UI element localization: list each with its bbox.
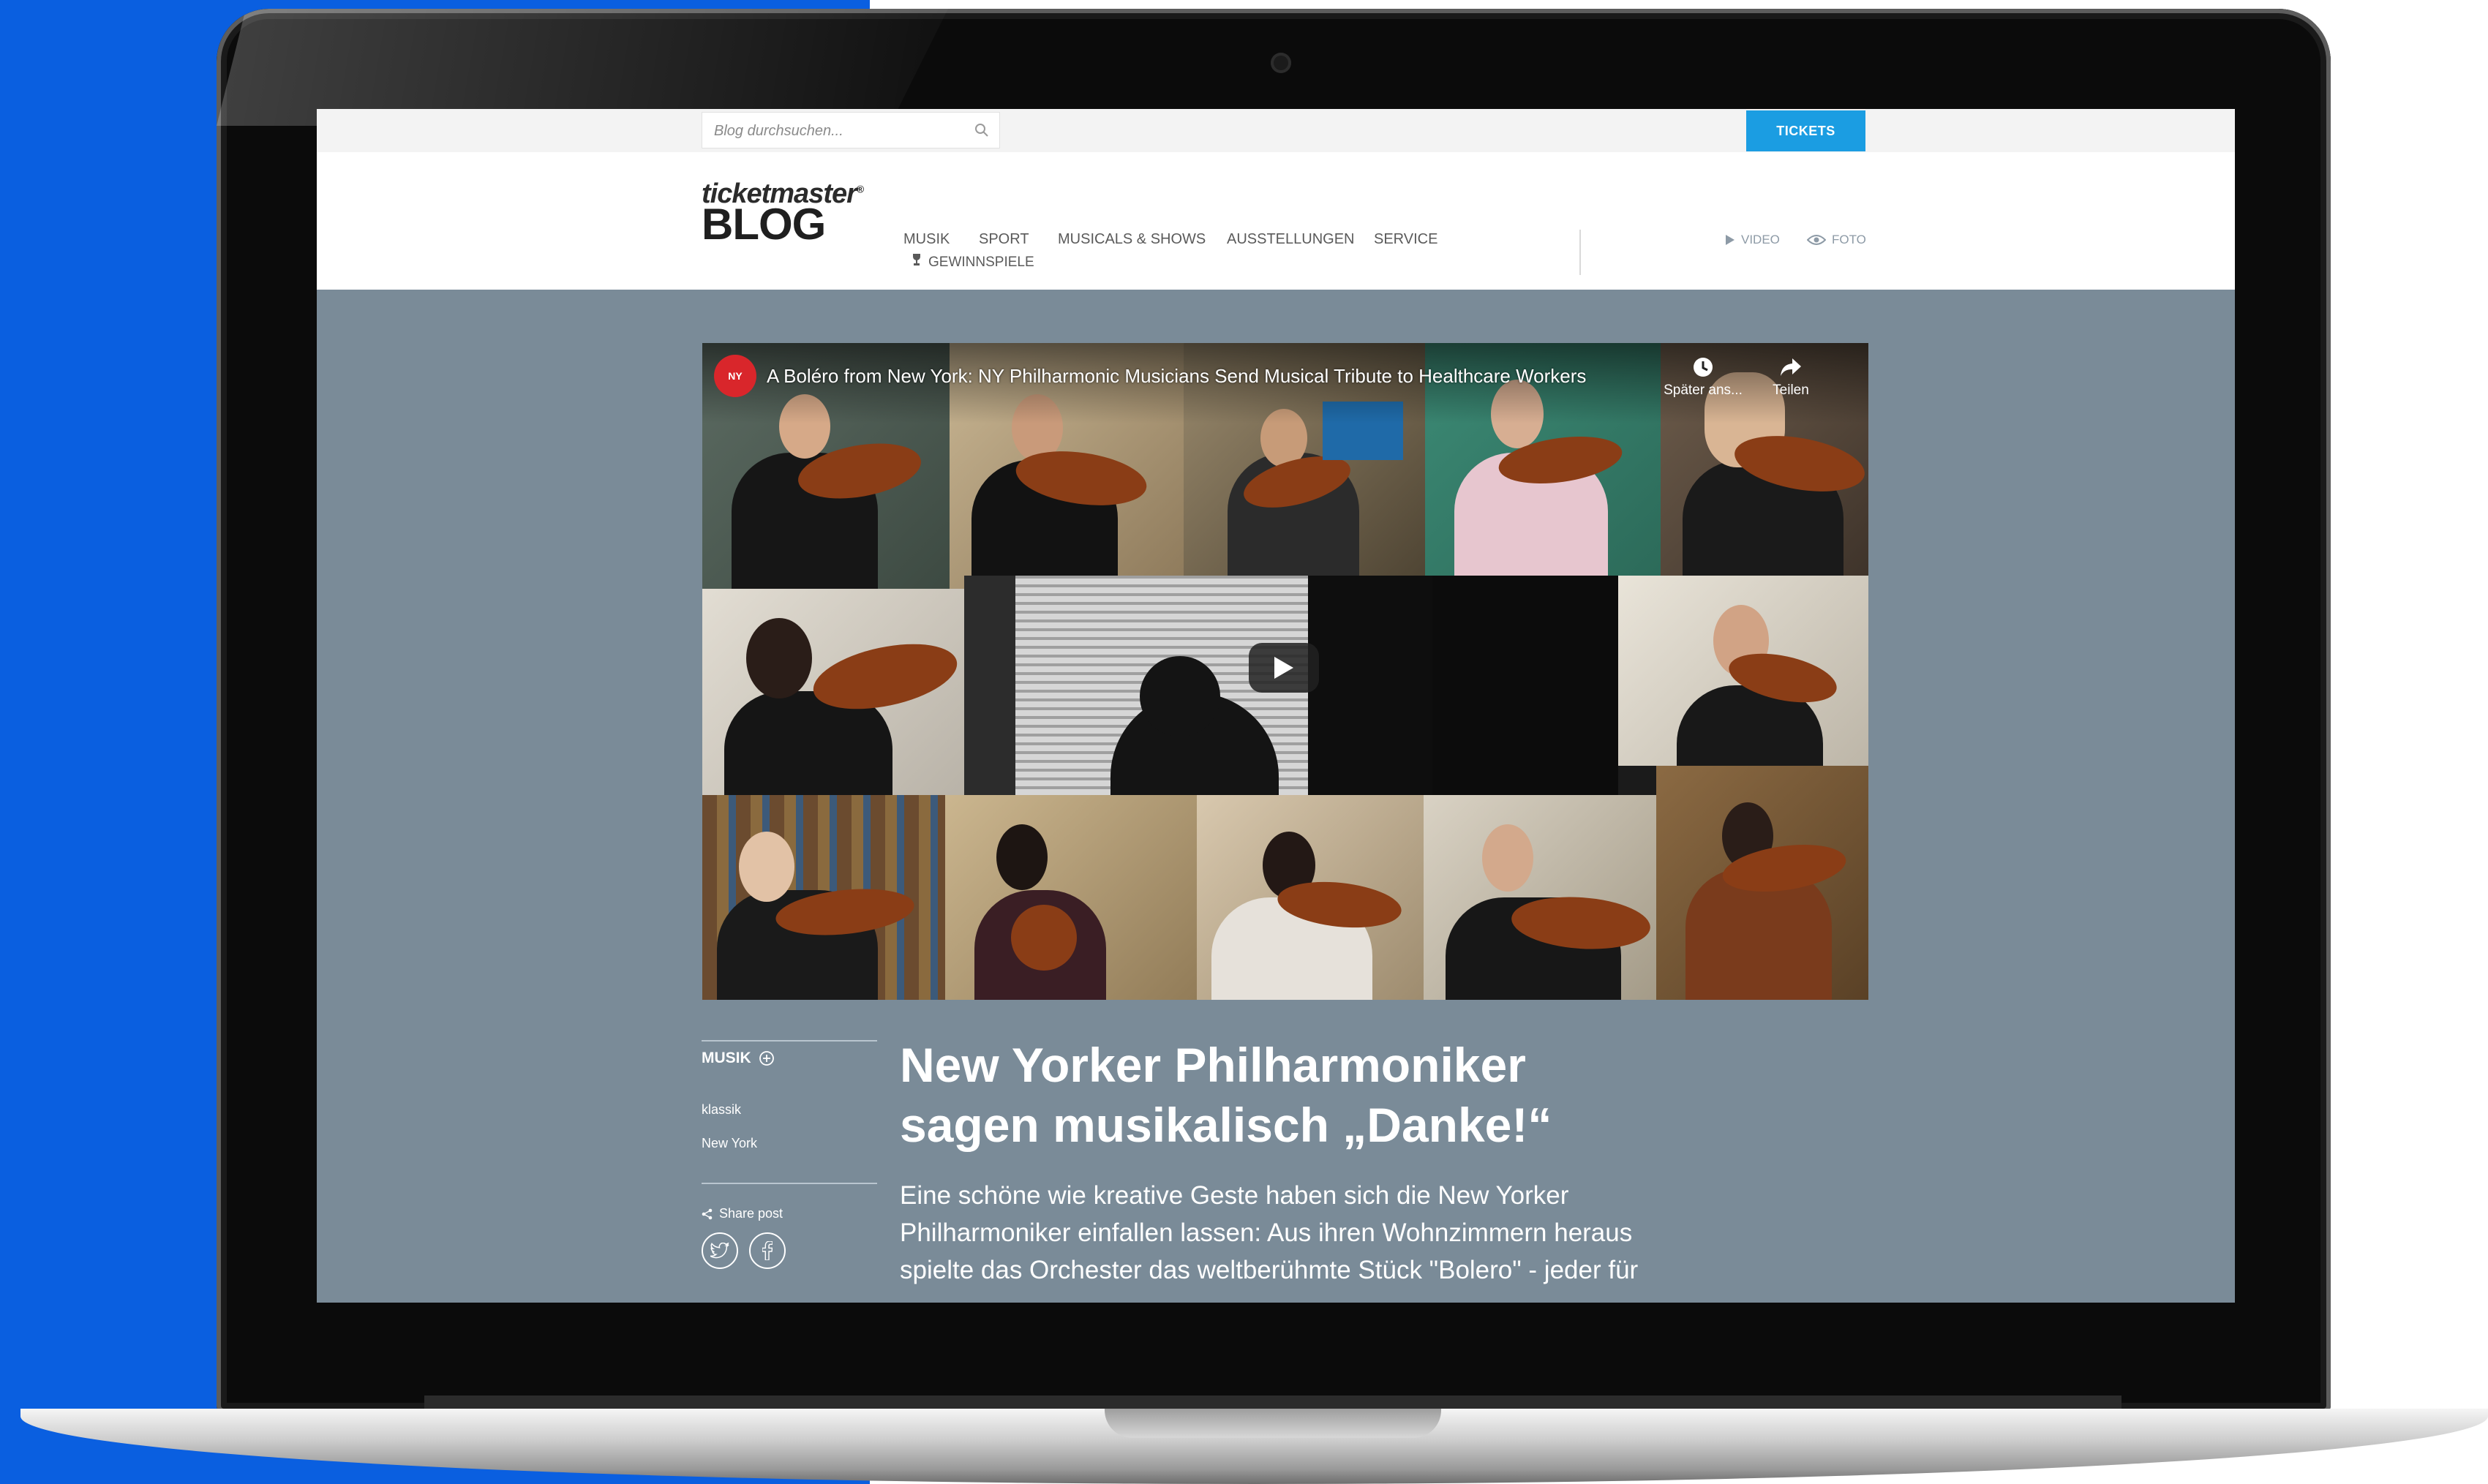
lead-line: Eine schöne wie kreative Geste haben sic… <box>900 1181 1569 1210</box>
channel-logo-icon[interactable]: NY <box>714 355 756 397</box>
share-post-label: Share post <box>719 1206 783 1221</box>
play-icon <box>1726 235 1735 245</box>
video-tile <box>964 576 1432 795</box>
category-label: MUSIK <box>702 1050 751 1066</box>
foto-link[interactable]: FOTO <box>1807 233 1866 247</box>
video-tile <box>1197 795 1424 1000</box>
twitter-button[interactable] <box>702 1232 738 1269</box>
share-post: Share post <box>702 1206 783 1221</box>
search-icon[interactable] <box>973 121 991 139</box>
clock-icon <box>1694 358 1713 377</box>
top-bar: TICKETS <box>317 109 2235 152</box>
trophy-icon <box>913 254 920 265</box>
facebook-button[interactable] <box>749 1232 786 1269</box>
article-headline: New Yorker Philharmoniker sagen musikali… <box>900 1035 1705 1155</box>
lead-line: Philharmoniker einfallen lassen: Aus ihr… <box>900 1219 1633 1247</box>
video-tile <box>1424 795 1656 1000</box>
video-player[interactable]: NY A Boléro from New York: NY Philharmon… <box>702 343 1868 1000</box>
window-frame <box>964 576 1015 795</box>
tickets-button[interactable]: TICKETS <box>1746 110 1865 151</box>
video-link[interactable]: VIDEO <box>1725 233 1780 247</box>
headline-line: sagen musikalisch „Danke!“ <box>900 1098 1552 1152</box>
tag-link[interactable]: klassik <box>702 1102 741 1118</box>
nav-musicals-shows[interactable]: MUSICALS & SHOWS <box>1058 231 1206 248</box>
play-icon <box>1274 657 1293 679</box>
video-title[interactable]: A Boléro from New York: NY Philharmonic … <box>767 365 1586 388</box>
dark-panel <box>1308 576 1432 795</box>
sidebar-divider <box>702 1183 877 1184</box>
registered-mark: ® <box>856 183 864 195</box>
nav-sport[interactable]: SPORT <box>979 231 1029 248</box>
facebook-icon <box>762 1241 773 1260</box>
headline-line: New Yorker Philharmoniker <box>900 1038 1526 1092</box>
category-musik[interactable]: MUSIK <box>702 1050 775 1067</box>
blog-header: ticketmaster® BLOG MUSIK SPORT MUSICALS … <box>317 152 2235 290</box>
share-video-label: Teilen <box>1773 383 1809 398</box>
search-input[interactable] <box>713 113 964 149</box>
tag-link[interactable]: New York <box>702 1136 757 1151</box>
blog-logo[interactable]: BLOG <box>702 199 826 249</box>
nav-gewinnspiele[interactable]: GEWINNSPIELE <box>911 253 1034 271</box>
play-button[interactable] <box>1249 643 1319 693</box>
watch-later-button[interactable]: Später ans... <box>1663 356 1743 399</box>
video-link-label: VIDEO <box>1741 233 1780 246</box>
lead-line: spielte das Orchester das weltberühmte S… <box>900 1256 1639 1284</box>
eye-icon <box>1807 235 1826 245</box>
plus-circle-icon[interactable] <box>759 1050 775 1066</box>
browser-screen: TICKETS ticketmaster® BLOG MUSIK SPORT M… <box>317 109 2235 1303</box>
video-tile <box>1618 576 1868 766</box>
gewinnspiele-label: GEWINNSPIELE <box>928 255 1034 270</box>
share-icon <box>702 1208 713 1219</box>
search-field[interactable] <box>702 112 1000 149</box>
video-tile <box>702 589 964 795</box>
laptop-notch <box>1105 1409 1441 1438</box>
video-tile <box>945 795 1197 1000</box>
article-lead: Eine schöne wie kreative Geste haben sic… <box>900 1177 1675 1289</box>
nav-musik[interactable]: MUSIK <box>903 231 950 248</box>
nav-divider <box>1579 230 1581 275</box>
screen-glare <box>217 9 948 126</box>
share-video-button[interactable]: Teilen <box>1751 356 1831 399</box>
video-tile <box>1656 766 1868 1000</box>
camera-icon <box>1271 53 1291 73</box>
video-tile <box>1432 576 1618 795</box>
video-tile <box>702 795 945 1000</box>
laptop-hinge <box>424 1396 2121 1409</box>
nav-ausstellungen[interactable]: AUSSTELLUNGEN <box>1227 231 1355 248</box>
foto-link-label: FOTO <box>1832 233 1866 246</box>
twitter-icon <box>710 1243 729 1259</box>
share-arrow-icon <box>1781 358 1801 376</box>
watch-later-label: Später ans... <box>1664 383 1743 398</box>
nav-service[interactable]: SERVICE <box>1374 231 1437 248</box>
sidebar-divider <box>702 1040 877 1042</box>
